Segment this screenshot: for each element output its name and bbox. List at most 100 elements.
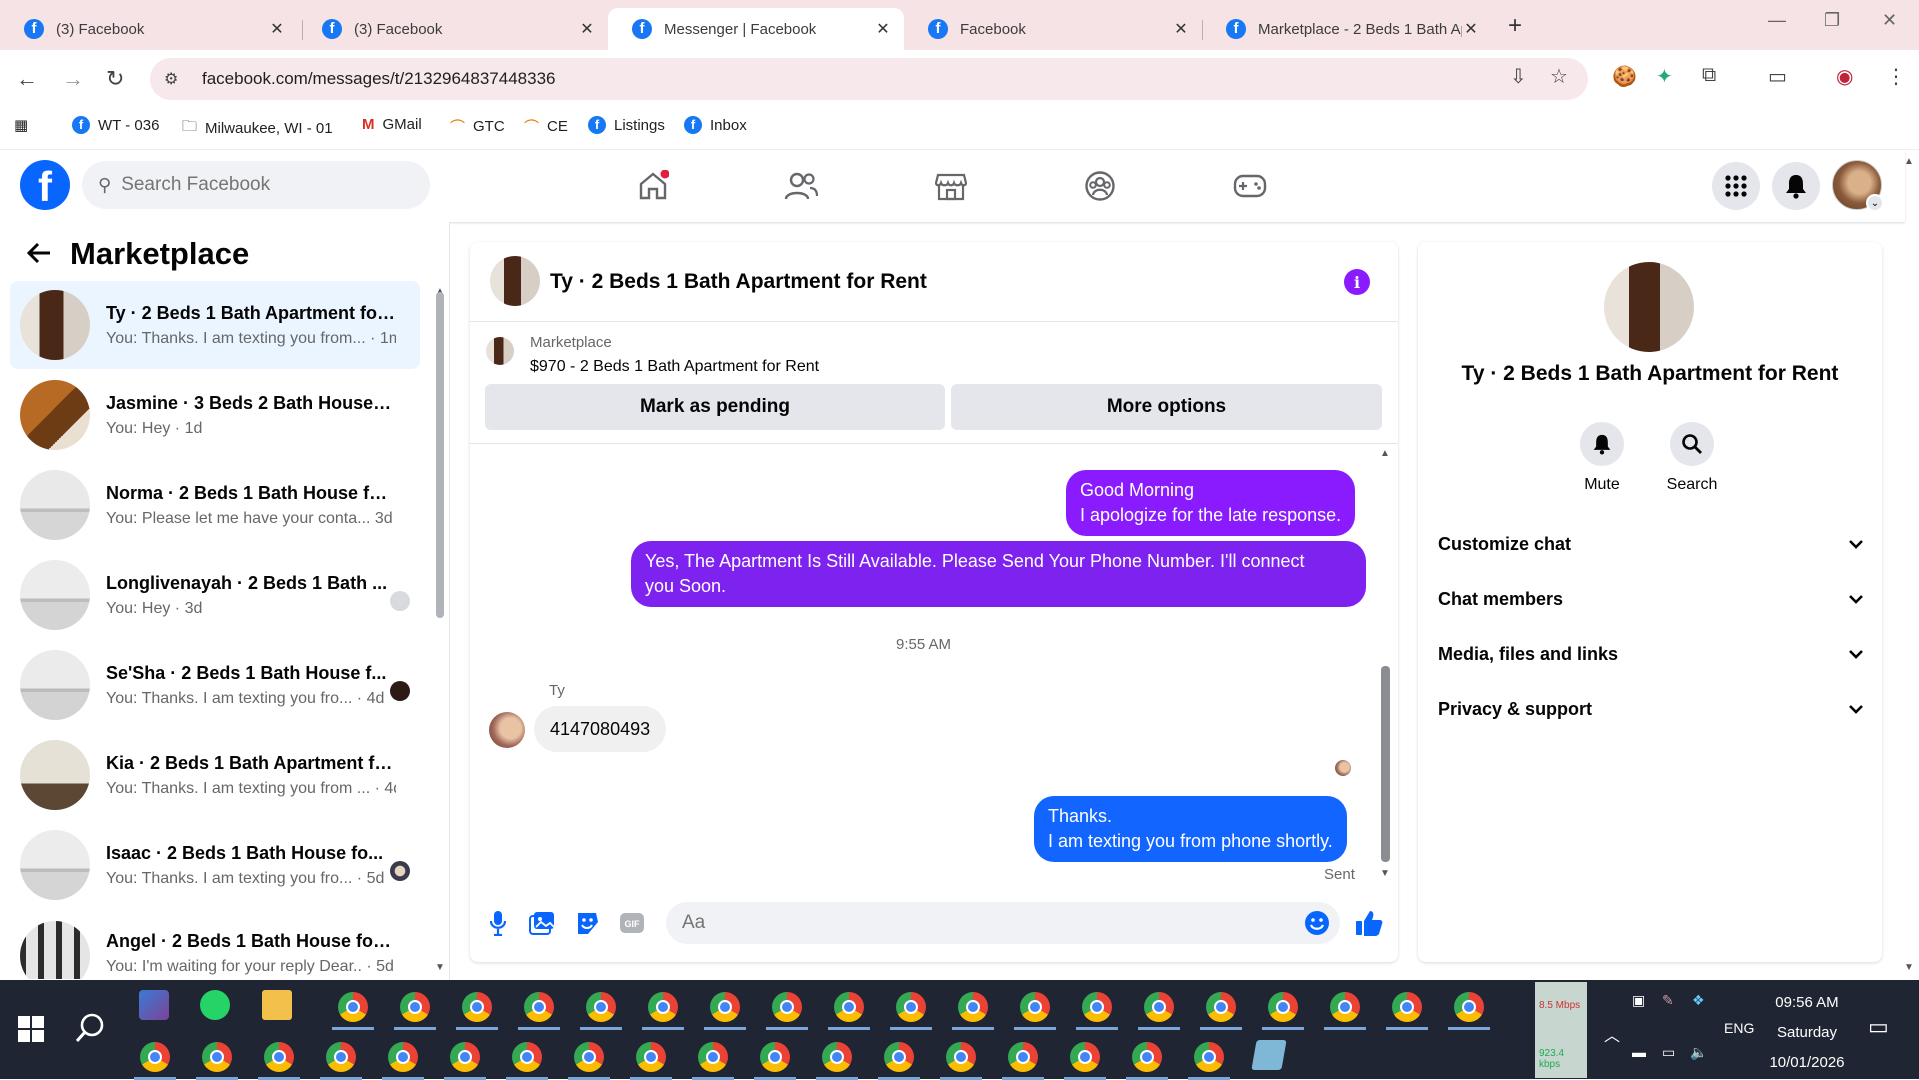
notepad-icon[interactable] bbox=[1251, 1040, 1287, 1070]
scroll-up-icon[interactable]: ▲ bbox=[1380, 448, 1390, 459]
sticker-icon[interactable] bbox=[572, 908, 602, 938]
bookmark-gtc[interactable]: ⌒ GTC bbox=[450, 116, 505, 137]
conversation-item[interactable]: Angel · 2 Beds 1 Bath House for ... You: … bbox=[10, 911, 420, 979]
message-composer[interactable] bbox=[666, 902, 1340, 944]
tab-search-icon[interactable]: ▭ bbox=[1768, 64, 1787, 89]
chrome-profile-icon[interactable] bbox=[1386, 992, 1428, 1030]
privacy-support-section[interactable]: Privacy & support bbox=[1438, 689, 1864, 729]
conversation-item[interactable]: Norma · 2 Beds 1 Bath House for... You: P… bbox=[10, 461, 420, 549]
close-icon[interactable]: ✕ bbox=[268, 19, 286, 39]
bookmark-listings[interactable]: f Listings bbox=[588, 116, 665, 134]
browser-tab-5[interactable]: f Marketplace - 2 Beds 1 Bath Ap ✕ bbox=[1202, 8, 1492, 50]
search-icon[interactable] bbox=[74, 1012, 106, 1044]
volume-icon[interactable]: 🔈 bbox=[1690, 1044, 1707, 1061]
windows-start-icon[interactable] bbox=[18, 1016, 44, 1042]
outgoing-message[interactable]: Thanks. I am texting you from phone shor… bbox=[1034, 796, 1347, 862]
tray-icon[interactable]: ▣ bbox=[1632, 992, 1645, 1009]
menu-button[interactable] bbox=[1712, 162, 1760, 210]
groups-nav[interactable] bbox=[1078, 166, 1122, 206]
chrome-profile-icon[interactable] bbox=[1448, 992, 1490, 1030]
chrome-profile-icon[interactable] bbox=[1002, 1042, 1044, 1080]
chrome-profile-icon[interactable] bbox=[258, 1042, 300, 1080]
chrome-profile-icon[interactable] bbox=[816, 1042, 858, 1080]
close-icon[interactable]: ✕ bbox=[1172, 19, 1190, 39]
scroll-down-icon[interactable]: ▼ bbox=[1904, 962, 1914, 973]
chrome-profile-icon[interactable] bbox=[456, 992, 498, 1030]
system-clock[interactable]: 09:56 AM Saturday 10/01/2026 bbox=[1760, 988, 1854, 1078]
battery-icon[interactable]: ▬ bbox=[1632, 1044, 1646, 1060]
tray-expand-icon[interactable]: ︿ bbox=[1604, 1022, 1620, 1046]
chrome-profile-icon[interactable] bbox=[320, 1042, 362, 1080]
conversation-scrollbar[interactable] bbox=[436, 292, 444, 618]
home-nav[interactable] bbox=[631, 166, 675, 206]
chrome-profile-icon[interactable] bbox=[196, 1042, 238, 1080]
search-input[interactable] bbox=[121, 174, 402, 196]
cookie-extension-icon[interactable]: 🍪 bbox=[1612, 64, 1637, 89]
chrome-profile-icon[interactable] bbox=[940, 1042, 982, 1080]
facebook-search[interactable]: ⚲ bbox=[82, 161, 430, 209]
scroll-down-icon[interactable]: ▼ bbox=[1380, 868, 1390, 879]
bookmark-gmail[interactable]: M GMail bbox=[362, 116, 422, 133]
chrome-profile-icon[interactable] bbox=[134, 1042, 176, 1080]
facebook-logo[interactable]: f bbox=[20, 160, 70, 210]
incoming-message[interactable]: 4147080493 bbox=[534, 706, 667, 752]
chat-title[interactable]: Ty · 2 Beds 1 Bath Apartment for Rent bbox=[550, 270, 927, 294]
conversation-item[interactable]: Jasmine · 3 Beds 2 Bath House f... You: H… bbox=[10, 371, 420, 459]
reload-icon[interactable]: ↻ bbox=[106, 66, 124, 92]
back-icon[interactable]: ← bbox=[16, 66, 38, 92]
pen-tray-icon[interactable]: ✎ bbox=[1662, 992, 1674, 1009]
customize-chat-section[interactable]: Customize chat bbox=[1438, 524, 1864, 564]
chrome-profile-icon[interactable] bbox=[382, 1042, 424, 1080]
bookmark-milwaukee[interactable]: 🗀 Milwaukee, WI - 01 bbox=[182, 116, 333, 141]
friends-nav[interactable] bbox=[779, 166, 823, 206]
chevron-down-icon[interactable]: ⌄ bbox=[1866, 194, 1884, 212]
chrome-profile-icon[interactable] bbox=[332, 992, 374, 1030]
window-close-icon[interactable]: ✕ bbox=[1882, 10, 1897, 31]
chat-members-section[interactable]: Chat members bbox=[1438, 579, 1864, 619]
microphone-icon[interactable] bbox=[483, 908, 513, 938]
message-input[interactable] bbox=[682, 912, 1242, 934]
scroll-up-icon[interactable]: ▲ bbox=[1904, 156, 1914, 167]
emoji-icon[interactable] bbox=[1304, 910, 1330, 936]
chrome-profile-icon[interactable] bbox=[704, 992, 746, 1030]
bookmark-wt-036[interactable]: f WT - 036 bbox=[72, 116, 159, 134]
chrome-profile-icon[interactable] bbox=[1200, 992, 1242, 1030]
notification-center-icon[interactable]: ▭ bbox=[1868, 1014, 1889, 1040]
media-files-links-section[interactable]: Media, files and links bbox=[1438, 634, 1864, 674]
chrome-profile-icon[interactable] bbox=[692, 1042, 734, 1080]
browser-tab-3-active[interactable]: f Messenger | Facebook ✕ bbox=[608, 8, 904, 50]
apps-grid-icon[interactable]: ▦ bbox=[14, 116, 28, 134]
chat-scrollbar[interactable] bbox=[1381, 666, 1390, 862]
minimize-icon[interactable]: — bbox=[1768, 10, 1786, 31]
browser-tab-4[interactable]: f Facebook ✕ bbox=[904, 8, 1202, 50]
chrome-profile-icon[interactable] bbox=[828, 992, 870, 1030]
like-thumbs-up-icon[interactable] bbox=[1354, 908, 1384, 938]
conversation-item[interactable]: Se'Sha · 2 Beds 1 Bath House f... You: Th… bbox=[10, 641, 420, 729]
forward-icon[interactable]: → bbox=[62, 66, 84, 92]
extension-icon[interactable]: ✦ bbox=[1656, 64, 1673, 89]
bookmark-inbox[interactable]: f Inbox bbox=[684, 116, 747, 134]
chrome-profile-icon[interactable] bbox=[580, 992, 622, 1030]
conversation-item[interactable]: Ty · 2 Beds 1 Bath Apartment for... You: … bbox=[10, 281, 420, 369]
chrome-profile-icon[interactable] bbox=[394, 992, 436, 1030]
mute-button[interactable]: Mute bbox=[1562, 422, 1642, 494]
search-in-chat-button[interactable]: Search bbox=[1652, 422, 1732, 494]
chrome-profile-icon[interactable] bbox=[890, 992, 932, 1030]
marketplace-nav[interactable] bbox=[929, 166, 973, 206]
chrome-profile-icon[interactable] bbox=[878, 1042, 920, 1080]
language-indicator[interactable]: ENG bbox=[1724, 1020, 1754, 1036]
close-icon[interactable]: ✕ bbox=[1462, 19, 1480, 39]
chrome-profile-icon[interactable] bbox=[506, 1042, 548, 1080]
outgoing-message[interactable]: Good Morning I apologize for the late re… bbox=[1066, 470, 1356, 536]
listing-thumbnail[interactable] bbox=[486, 337, 514, 365]
chrome-profile-icon[interactable] bbox=[1262, 992, 1304, 1030]
profile-icon[interactable]: ◉ bbox=[1836, 64, 1853, 89]
chrome-profile-icon[interactable] bbox=[630, 1042, 672, 1080]
more-options-button[interactable]: More options bbox=[951, 384, 1382, 430]
menu-dots-icon[interactable]: ⋮ bbox=[1886, 64, 1906, 89]
chrome-profile-icon[interactable] bbox=[1014, 992, 1056, 1030]
chrome-profile-icon[interactable] bbox=[1138, 992, 1180, 1030]
conversation-item[interactable]: Kia · 2 Beds 1 Bath Apartment fo... You: … bbox=[10, 731, 420, 819]
photo-icon[interactable] bbox=[527, 908, 557, 938]
install-app-icon[interactable]: ⇩ bbox=[1510, 64, 1527, 89]
